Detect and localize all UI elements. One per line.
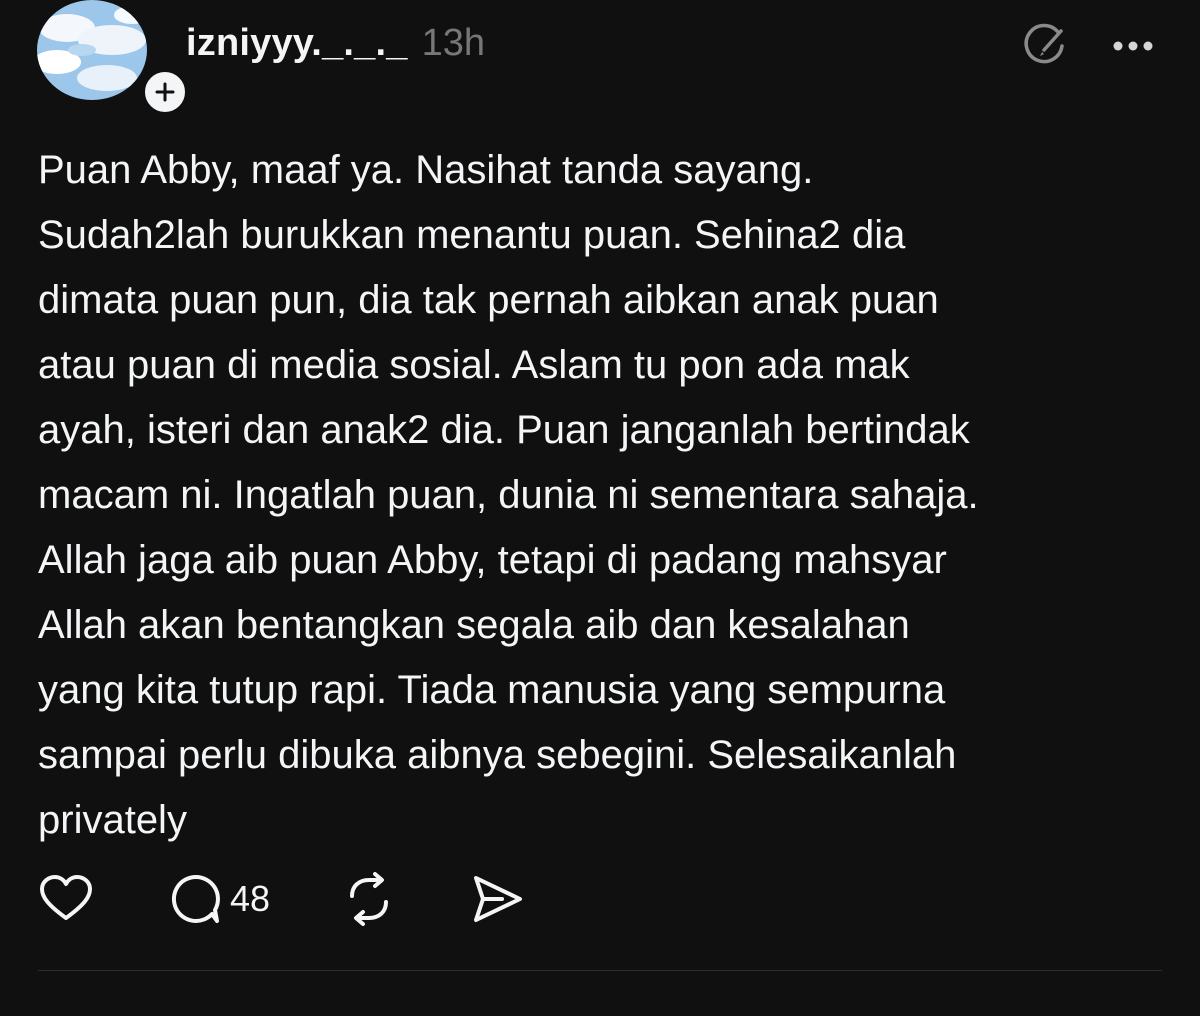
username[interactable]: izniyyy._._._	[186, 22, 408, 65]
share-icon[interactable]	[470, 872, 524, 926]
timestamp: 13h	[421, 22, 485, 64]
post-top-icons	[1022, 22, 1154, 70]
reply-count: 48	[230, 878, 271, 919]
plus-icon	[155, 82, 175, 102]
reply-button[interactable]: 48	[168, 872, 270, 926]
post-body: Puan Abby, maaf ya. Nasihat tanda sayang…	[38, 148, 979, 842]
avatar[interactable]	[37, 0, 147, 100]
more-icon[interactable]	[1112, 40, 1154, 52]
heart-icon[interactable]	[38, 874, 94, 924]
divider	[38, 970, 1162, 971]
avatar-container	[37, 0, 189, 116]
repost-icon[interactable]	[342, 872, 396, 926]
edit-circle-icon[interactable]	[1022, 22, 1070, 70]
comment-icon	[171, 874, 220, 923]
thread-post: izniyyy._._._ 13h Puan Abby, maaf ya. Na…	[0, 0, 1200, 1016]
post-actions: 48	[38, 872, 524, 926]
follow-button[interactable]	[141, 68, 189, 116]
post-header: izniyyy._._._ 13h	[186, 22, 485, 65]
